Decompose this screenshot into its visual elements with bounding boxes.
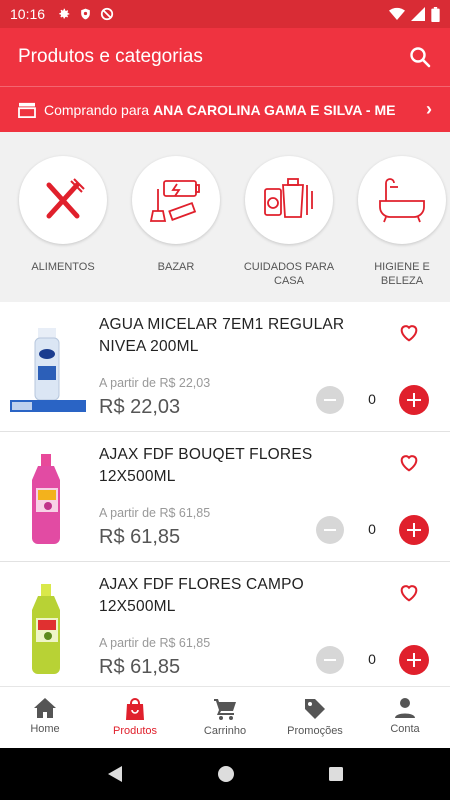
nav-label: Carrinho [203, 725, 247, 737]
quantity-value: 0 [368, 651, 376, 667]
category-circle[interactable] [245, 156, 333, 244]
product-name[interactable]: AGUA MICELAR 7EM1 REGULAR NIVEA 200ML [99, 314, 369, 358]
recents-icon[interactable] [328, 766, 344, 782]
product-item[interactable]: AGUA MICELAR 7EM1 REGULAR NIVEA 200ML A … [0, 302, 450, 432]
store-icon [18, 102, 36, 118]
minus-icon [324, 399, 336, 401]
product-item[interactable]: AJAX FDF FLORES CAMPO 12X500ML A partir … [0, 562, 450, 686]
nav-home[interactable]: Home [0, 687, 90, 748]
nav-promocoes[interactable]: Promoções [270, 687, 360, 748]
shield-icon [81, 8, 90, 20]
decrease-quantity-button[interactable] [316, 386, 344, 414]
cutlery-icon [46, 178, 85, 219]
gear-icon [59, 8, 70, 19]
buying-for-label: Comprando para [44, 101, 150, 118]
home-icon [34, 698, 56, 718]
app-bar: Produtos e categorias [0, 28, 450, 86]
bathtub-icon [379, 178, 425, 223]
signal-icon [411, 7, 425, 21]
bottom-navigation: Home Produtos Carrinho Promoções Conta [0, 686, 450, 748]
category-label: BAZAR [157, 261, 195, 273]
buying-for-bar[interactable]: Comprando para ANA CAROLINA GAMA E SILVA… [0, 86, 450, 132]
home-circle-icon[interactable] [217, 765, 235, 783]
system-navigation-bar [0, 748, 450, 800]
nav-conta[interactable]: Conta [360, 687, 450, 748]
page-title: Produtos e categorias [18, 46, 203, 67]
product-image [32, 454, 60, 544]
blocked-icon [100, 7, 114, 21]
plus-icon [407, 393, 421, 407]
person-icon [395, 698, 415, 718]
category-circle[interactable] [19, 156, 107, 244]
heart-icon[interactable] [398, 322, 420, 344]
product-name[interactable]: AJAX FDF BOUQET FLORES 12X500ML [99, 444, 369, 488]
increase-quantity-button[interactable] [399, 645, 429, 675]
category-circle[interactable] [358, 156, 446, 244]
nav-label: Produtos [112, 725, 158, 737]
battery-icon [431, 6, 440, 22]
shopping-bag-icon [126, 698, 144, 720]
back-icon[interactable] [106, 765, 124, 783]
product-from-price: A partir de R$ 61,85 [99, 636, 211, 650]
search-icon[interactable] [408, 45, 432, 69]
product-name[interactable]: AJAX FDF FLORES CAMPO 12X500ML [99, 574, 369, 618]
category-cuidados-para-casa[interactable]: CUIDADOS PARA CASA [234, 132, 344, 302]
increase-quantity-button[interactable] [399, 515, 429, 545]
category-label: HIGIENE E BELEZA [374, 261, 430, 287]
product-image [32, 584, 60, 674]
category-label: ALIMENTOS [31, 261, 95, 273]
product-list[interactable]: AGUA MICELAR 7EM1 REGULAR NIVEA 200ML A … [0, 302, 450, 686]
heart-icon[interactable] [398, 582, 420, 604]
product-price: R$ 61,85 [99, 526, 181, 548]
decrease-quantity-button[interactable] [316, 516, 344, 544]
category-higiene-e-beleza[interactable]: HIGIENE E BELEZA [347, 132, 450, 302]
nav-label: Promoções [287, 725, 343, 737]
product-from-price: A partir de R$ 61,85 [99, 506, 211, 520]
category-carousel[interactable]: ALIMENTOS BAZAR CUIDADOS PARA CASA HIGIE… [0, 132, 450, 302]
product-price: R$ 22,03 [99, 396, 181, 418]
minus-icon [324, 659, 336, 661]
plus-icon [407, 653, 421, 667]
product-from-price: A partir de R$ 22,03 [99, 376, 211, 390]
minus-icon [324, 529, 336, 531]
quantity-value: 0 [368, 521, 376, 537]
product-item[interactable]: AJAX FDF BOUQET FLORES 12X500ML A partir… [0, 432, 450, 562]
product-price: R$ 61,85 [99, 656, 181, 678]
decrease-quantity-button[interactable] [316, 646, 344, 674]
nav-label: Conta [390, 723, 420, 735]
nav-carrinho[interactable]: Carrinho [180, 687, 270, 748]
category-label: CUIDADOS PARA CASA [243, 261, 335, 287]
tag-icon [305, 699, 325, 719]
nav-produtos[interactable]: Produtos [90, 687, 180, 748]
status-bar: 10:16 [0, 0, 450, 28]
heart-icon[interactable] [398, 452, 420, 474]
category-bazar[interactable]: BAZAR [121, 132, 231, 302]
quantity-value: 0 [368, 391, 376, 407]
house-care-icon [264, 178, 313, 218]
customer-name: ANA CAROLINA GAMA E SILVA - ME [153, 101, 396, 118]
category-circle[interactable] [132, 156, 220, 244]
wifi-icon [389, 7, 405, 20]
bazar-icon [149, 180, 200, 222]
chevron-right-icon: › [426, 99, 432, 119]
nav-label: Home [30, 723, 60, 735]
product-image [10, 328, 86, 412]
category-alimentos[interactable]: ALIMENTOS [8, 132, 118, 302]
plus-icon [407, 523, 421, 537]
cart-icon [214, 699, 236, 720]
status-time: 10:16 [10, 6, 46, 22]
increase-quantity-button[interactable] [399, 385, 429, 415]
